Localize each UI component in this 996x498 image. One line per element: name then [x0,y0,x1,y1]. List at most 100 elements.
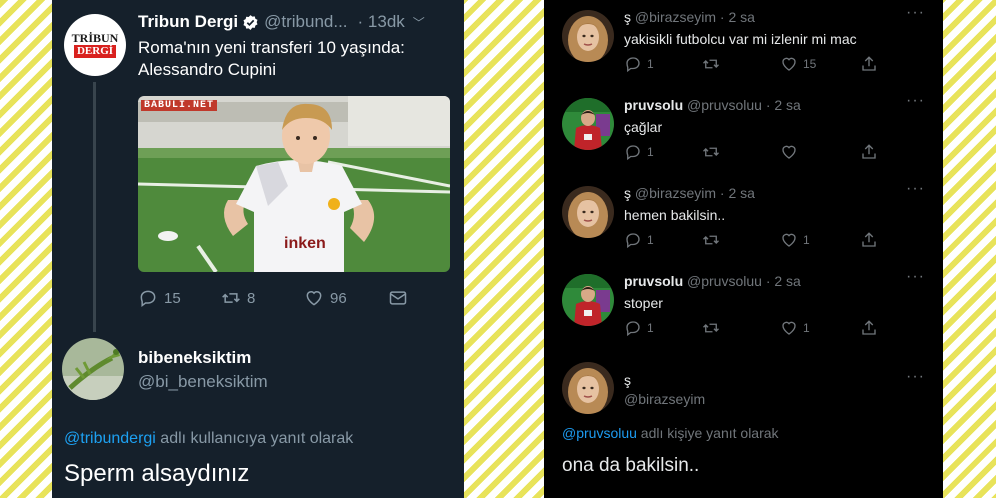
tweet-time[interactable]: · 2 sa [766,273,801,289]
retweet-button[interactable] [702,55,725,73]
author-name[interactable]: ş [624,372,631,388]
author-handle[interactable]: @birazseyim [635,185,716,201]
retweet-button[interactable] [702,319,725,337]
reply-button[interactable]: 1 [624,55,654,73]
bibeneksiktim-avatar[interactable] [62,338,124,400]
share-button[interactable] [860,143,883,161]
share-icon [862,144,876,159]
author-name[interactable]: pruvsolu [624,97,683,113]
reply-count: 1 [647,233,654,247]
reply-tweet[interactable]: ş @birazseyim · 2 sa ··· hemen bakilsin.… [544,176,943,264]
tweet-text: yakisikli futbolcu var mi izlenir mi mac [624,31,857,47]
share-button[interactable] [860,231,883,249]
tweet-time[interactable]: · 2 sa [766,97,801,113]
author-handle[interactable]: @birazseyim [635,9,716,25]
author-handle[interactable]: @pruvsoluu [687,273,762,289]
thread-line [93,82,96,332]
author-name[interactable]: pruvsolu [624,273,683,289]
tweet-header: ş @birazseyim · 2 sa [624,9,755,25]
focused-tweet-text: ona da bakilsin.. [562,455,700,476]
retweet-icon [703,235,719,245]
reply-button[interactable]: 15 [138,288,181,308]
like-button[interactable]: 15 [780,55,816,73]
tweet-text: hemen bakilsin.. [624,207,726,223]
more-options-icon[interactable]: ··· [906,268,925,286]
author-name[interactable]: ş [624,185,631,201]
tweet-time[interactable]: · 13dk [358,12,405,32]
right-screenshot-panel: ş @birazseyim · 2 sa ··· yakisikli futbo… [544,0,943,498]
retweet-icon [222,293,240,303]
more-options-icon[interactable]: ··· [906,92,925,110]
reply-icon [626,57,640,73]
avatar[interactable] [562,362,614,414]
share-icon [862,232,876,247]
reply-tweet[interactable]: pruvsolu @pruvsoluu · 2 sa ··· stoper 1 … [544,264,943,352]
reply-button[interactable]: 1 [624,319,654,337]
tweet-action-bar: 1 1 [624,231,884,249]
tweet-action-bar: 15 8 96 [138,288,418,310]
tweet-text: çağlar [624,119,663,135]
heart-icon [782,233,796,247]
reply-tweet[interactable]: ş @birazseyim · 2 sa ··· yakisikli futbo… [544,0,943,88]
retweet-icon [703,323,719,333]
avatar[interactable] [562,186,614,238]
tribun-dergi-avatar[interactable]: TRİBUN DERGİ [64,14,126,76]
author-handle[interactable]: @tribund... [264,12,347,32]
reply-icon [140,290,156,307]
message-button[interactable] [388,288,414,308]
like-count: 15 [803,57,817,71]
avatar[interactable] [562,98,614,150]
like-button[interactable]: 1 [780,231,810,249]
replying-to-mention[interactable]: @pruvsoluu [562,425,637,441]
more-options-icon[interactable]: ··· [906,180,925,198]
author-handle[interactable]: @birazseyim [624,391,705,407]
photo-watermark: BABULI.NET [141,100,218,111]
tweet-header: pruvsolu @pruvsoluu · 2 sa [624,97,801,113]
replying-to-suffix: adlı kullanıcıya yanıt olarak [155,430,354,447]
player-avatar-image [562,98,614,150]
tweet-time[interactable]: · 2 sa [720,9,755,25]
tweet-text: Roma'nın yeni transferi 10 yaşında: Ales… [138,38,405,79]
reply-button[interactable]: 1 [624,231,654,249]
replying-to-line: @tribundergi adlı kullanıcıya yanıt olar… [64,430,353,448]
like-button[interactable] [780,143,803,161]
chevron-down-icon[interactable]: ﹀ [413,14,425,31]
reply-count: 15 [164,289,181,307]
more-options-icon[interactable]: ··· [906,4,925,22]
tweet-photo[interactable]: inken BABULI.NET [138,96,450,272]
author-name[interactable]: ş [624,9,631,25]
replying-to-mention[interactable]: @tribundergi [64,430,156,447]
more-options-icon[interactable]: ··· [906,368,925,386]
woman-avatar-image [562,362,614,414]
tweet-text: stoper [624,295,663,311]
tweet-header: ş @birazseyim · 2 sa [624,185,755,201]
like-button[interactable]: 1 [780,319,810,337]
like-button[interactable]: 96 [304,288,347,308]
reply-button[interactable]: 1 [624,143,654,161]
woman-avatar-image [562,10,614,62]
author-name[interactable]: Tribun Dergi [138,12,238,32]
retweet-button[interactable] [702,143,725,161]
reply-tweet[interactable]: pruvsolu @pruvsoluu · 2 sa ··· çağlar 1 [544,88,943,176]
avatar[interactable] [562,10,614,62]
like-count: 1 [803,233,810,247]
retweet-button[interactable] [702,231,725,249]
tweet-time[interactable]: · 2 sa [720,185,755,201]
avatar-logo-bottom: DERGİ [73,45,117,58]
reply-author-name[interactable]: bibeneksiktim [138,348,251,368]
left-screenshot-panel: TRİBUN DERGİ Tribun Dergi @tribund... · … [52,0,464,498]
avatar[interactable] [562,274,614,326]
reply-icon [626,233,640,249]
reply-count: 1 [647,57,654,71]
retweet-button[interactable]: 8 [221,288,255,308]
reply-icon [626,321,640,337]
heart-icon [782,145,796,159]
reply-author-handle[interactable]: @bi_beneksiktim [138,372,268,392]
share-button[interactable] [860,55,883,73]
mantis-avatar-image [62,338,124,400]
reply-count: 1 [647,321,654,335]
author-handle[interactable]: @pruvsoluu [687,97,762,113]
share-icon [862,56,876,71]
share-button[interactable] [860,319,883,337]
mail-icon [389,291,407,305]
